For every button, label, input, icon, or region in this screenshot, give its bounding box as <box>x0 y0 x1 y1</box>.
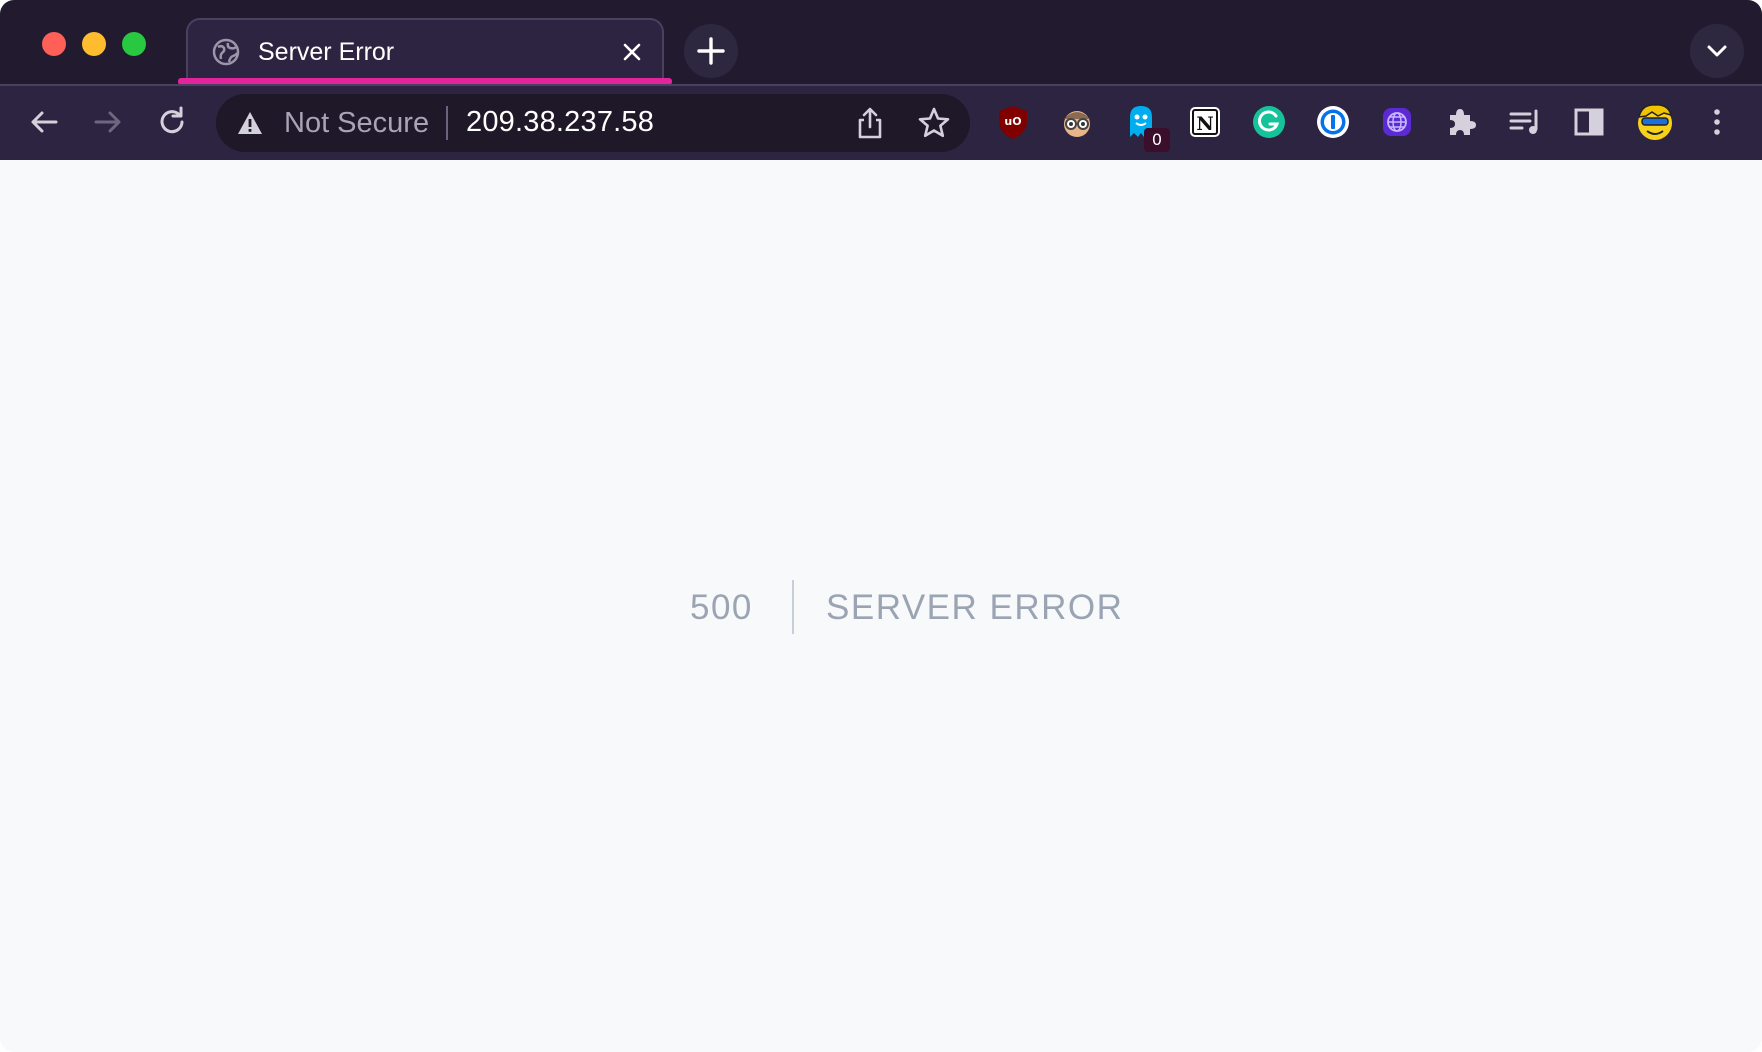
error-message: SERVER ERROR <box>826 588 1124 627</box>
error-message-block: 500 SERVER ERROR <box>0 580 1762 640</box>
toolbar: Not Secure 209.38.237.58 uO 0 N <box>0 86 1762 160</box>
url-text[interactable]: 209.38.237.58 <box>466 106 654 138</box>
globe-icon <box>212 38 240 66</box>
ublock-origin-icon[interactable]: uO <box>994 103 1032 141</box>
reading-list-icon[interactable] <box>1506 103 1544 141</box>
tab-search-button[interactable] <box>1690 24 1744 78</box>
1password-icon[interactable] <box>1314 103 1352 141</box>
warning-triangle-icon[interactable] <box>236 109 264 137</box>
close-icon[interactable] <box>620 40 644 64</box>
puzzle-extensions-icon[interactable] <box>1442 103 1480 141</box>
window-maximize-button[interactable] <box>122 32 146 56</box>
profile-avatar-icon[interactable] <box>1634 101 1676 143</box>
svg-text:uO: uO <box>1004 115 1021 128</box>
share-icon[interactable] <box>852 105 888 141</box>
error-code: 500 <box>690 588 753 627</box>
notion-icon[interactable]: N <box>1186 103 1224 141</box>
tab-server-error[interactable]: Server Error <box>186 18 664 84</box>
back-arrow-icon[interactable] <box>26 104 62 140</box>
omnibox-divider <box>446 106 448 140</box>
error-divider <box>792 580 794 634</box>
plus-icon <box>697 37 725 65</box>
page-content: 500 SERVER ERROR <box>0 160 1762 1052</box>
chevron-down-icon <box>1707 45 1727 57</box>
browser-window: Server Error Not Secure 209.38.237.58 uO… <box>0 0 1762 1052</box>
tab-strip: Server Error <box>0 0 1762 85</box>
grammarly-icon[interactable] <box>1250 103 1288 141</box>
window-close-button[interactable] <box>42 32 66 56</box>
purple-globe-icon[interactable] <box>1378 103 1416 141</box>
new-tab-button[interactable] <box>684 24 738 78</box>
side-panel-icon[interactable] <box>1570 103 1608 141</box>
forward-arrow-icon[interactable] <box>90 104 126 140</box>
address-bar[interactable]: Not Secure 209.38.237.58 <box>216 94 970 152</box>
window-minimize-button[interactable] <box>82 32 106 56</box>
svg-text:N: N <box>1196 113 1213 135</box>
more-menu-icon[interactable] <box>1698 103 1736 141</box>
bookmark-star-icon[interactable] <box>916 105 952 141</box>
security-status-label[interactable]: Not Secure <box>284 107 429 139</box>
tab-title: Server Error <box>258 38 395 66</box>
glasses-face-icon[interactable] <box>1058 103 1096 141</box>
ghostery-badge: 0 <box>1144 128 1170 152</box>
reload-icon[interactable] <box>154 104 190 140</box>
